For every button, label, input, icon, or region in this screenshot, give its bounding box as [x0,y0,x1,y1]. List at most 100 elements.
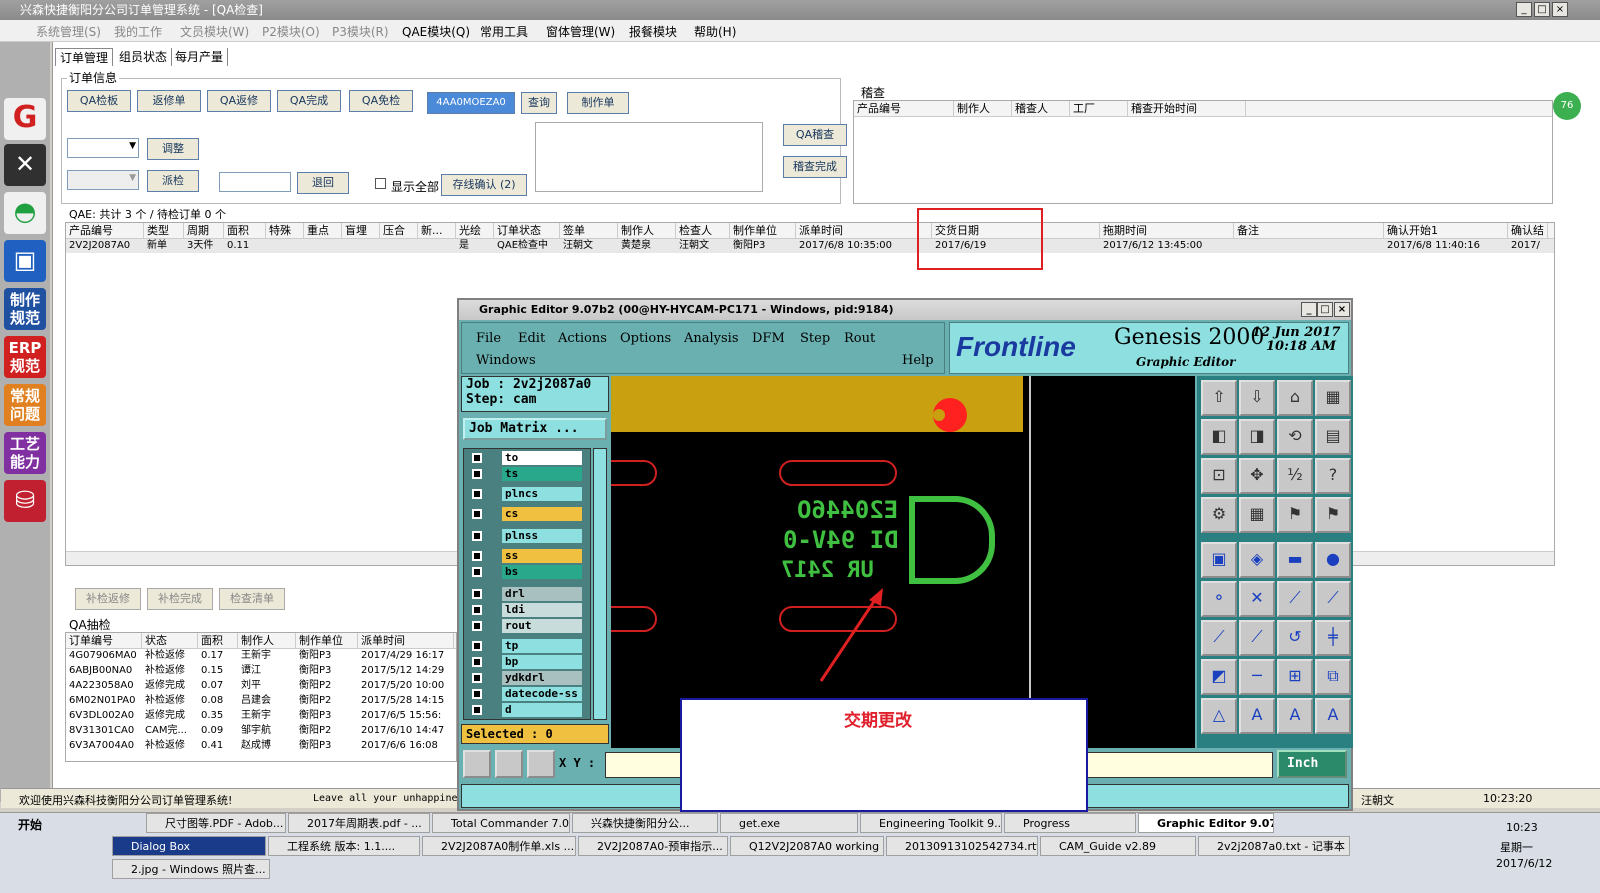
taskbar-item[interactable]: Total Commander 7.0... [432,813,570,833]
chart-icon[interactable]: ◓ [4,192,46,234]
layer-item[interactable]: rout [470,619,584,633]
taskbar-item[interactable]: CAM_Guide v2.89 [1040,836,1196,856]
order-code-button[interactable]: 4AA0MOEZA0 [427,92,515,114]
tool-icon[interactable]: ⊡ [1201,458,1237,494]
taskbar-item[interactable]: 工程系统 版本: 1.1.... [268,836,420,856]
column-header[interactable]: 制作单位 [730,223,796,239]
layer-item[interactable]: cs [470,507,584,521]
pan-icon[interactable] [495,750,523,778]
layer-checkbox[interactable] [472,509,482,519]
close-button[interactable]: × [1552,2,1568,17]
tool-icon[interactable]: ▬ [1277,542,1313,578]
qa-review-button[interactable]: QA稽查 [783,124,847,146]
tab-monthly-output[interactable]: 每月产量 [171,48,229,66]
column-header[interactable]: 派单时间 [358,633,454,649]
layer-checkbox[interactable] [472,673,482,683]
layer-item[interactable]: d [470,703,584,717]
layer-checkbox[interactable] [472,551,482,561]
column-header[interactable]: 周期 [184,223,224,239]
layer-item[interactable]: ldi [470,603,584,617]
recheck-rework-button[interactable]: 补检返修 [75,588,141,610]
taskbar-item[interactable]: 2v2j2087a0.txt - 记事本 [1198,836,1350,856]
qa-exempt-button[interactable]: QA免检 [349,90,413,112]
tool-icon[interactable]: ⧉ [1315,659,1351,695]
taskbar-item[interactable]: Graphic Editor 9.07... [1138,813,1274,833]
taskbar-item[interactable]: 尺寸图等.PDF - Adob... [146,813,286,833]
menu-step[interactable]: Step [800,331,830,346]
table-row[interactable]: 6V3A7004A0 补检返修 0.41 赵成博 衡阳P3 2017/6/6 16:08 [66,739,456,749]
taskbar-item[interactable]: 2V2J2087A0-预审指示... [578,836,728,856]
menu-qae[interactable]: QAE模块(Q) [402,23,470,40]
menu-edit[interactable]: Edit [518,331,545,346]
table-row[interactable]: 8V31301CA0 CAM完... 0.09 邹宇航 衡阳P2 2017/6/10 14… [66,724,456,739]
menu-actions[interactable]: Actions [558,331,607,346]
menu-clerk[interactable]: 文员模块(W) [180,23,249,40]
layer-checkbox[interactable] [472,469,482,479]
column-header[interactable]: 面积 [198,633,238,649]
column-header[interactable]: 重点 [304,223,342,239]
line-confirm-button[interactable]: 存线确认 (2) [441,174,527,196]
adjust-button[interactable]: 调整 [147,138,199,160]
table-row[interactable]: 6ABJB00NA0 补检返修 0.15 谭江 衡阳P3 2017/5/12 14:29 [66,664,456,679]
process-capability-button[interactable]: 工艺能力 [4,432,46,474]
column-header[interactable]: 制作人 [618,223,676,239]
layer-item[interactable]: plncs [470,487,584,501]
layer-checkbox[interactable] [472,621,482,631]
menu-file[interactable]: File [476,331,501,346]
menu-help[interactable]: Help [902,353,934,368]
review-complete-button[interactable]: 稽查完成 [783,156,847,178]
tool-icon[interactable]: ✥ [1239,458,1275,494]
dispatch-select[interactable]: ▼ [67,170,139,190]
tool-icon[interactable]: ⌂ [1277,380,1313,416]
board-canvas[interactable]: E20446O DI 94V-0 UR 2417 [611,376,1195,748]
tool-icon[interactable]: A [1277,698,1313,734]
tool-icon[interactable]: ✕ [1239,581,1275,617]
menu-tools[interactable]: 常用工具 [480,23,528,40]
tool-icon[interactable]: ⟋ [1315,581,1351,617]
tool-icon[interactable]: ▤ [1315,419,1351,455]
taskbar-item[interactable]: Progress [1004,813,1136,833]
tool-icon[interactable]: ▣ [1201,542,1237,578]
qa-complete-button[interactable]: QA完成 [277,90,341,112]
layer-item[interactable]: drl [470,587,584,601]
layer-item[interactable]: plnss [470,529,584,543]
column-header[interactable]: 拖期时间 [1100,223,1234,239]
column-header[interactable]: 面积 [224,223,266,239]
query-button[interactable]: 查询 [521,92,557,114]
tab-order-management[interactable]: 订单管理 [55,48,114,66]
menu-help[interactable]: 帮助(H) [694,23,736,40]
menu-dfm[interactable]: DFM [752,331,785,346]
layer-item[interactable]: datecode-ss [470,687,584,701]
column-header[interactable]: 产品编号 [854,101,954,117]
column-header[interactable]: 类型 [144,223,184,239]
table-row[interactable]: 6M02N01PA0 补检返修 0.08 吕建会 衡阳P2 2017/5/28 14:15 [66,694,456,709]
menu-window[interactable]: 窗体管理(W) [546,23,615,40]
qa-rework-button[interactable]: QA返修 [207,90,271,112]
column-header[interactable]: 产品编号 [66,223,144,239]
tool-icon[interactable]: ─ [1239,659,1275,695]
taskbar-item[interactable]: 兴森快捷衡阳分公... [572,813,718,833]
save-icon[interactable]: ▣ [4,240,46,282]
column-header[interactable]: 新... [418,223,456,239]
tool-icon[interactable]: ⟋ [1277,581,1313,617]
make-spec-button[interactable]: 制作规范 [4,288,46,330]
layer-item[interactable]: bs [470,565,584,579]
layer-checkbox[interactable] [472,705,482,715]
column-header[interactable]: 压合 [380,223,418,239]
tools-icon[interactable]: ✕ [4,144,46,186]
taskbar-item[interactable]: 20130913102542734.rtf... [886,836,1038,856]
layer-item[interactable]: bp [470,655,584,669]
column-header[interactable]: 制作人 [238,633,296,649]
return-input[interactable] [219,172,291,192]
tool-icon[interactable]: A [1239,698,1275,734]
column-header[interactable]: 工厂 [1070,101,1128,117]
tool-icon[interactable]: ▦ [1315,380,1351,416]
editor-close-button[interactable]: × [1334,302,1350,317]
tool-icon[interactable]: ⇩ [1239,380,1275,416]
show-all-checkbox[interactable] [375,178,386,189]
tool-icon[interactable]: ⚙ [1201,497,1237,533]
table-row[interactable]: 4A223058A0 返修完成 0.07 刘平 衡阳P2 2017/5/20 10:00 [66,679,456,694]
column-header[interactable]: 稽查开始时间 [1128,101,1246,117]
layer-checkbox[interactable] [472,641,482,651]
taskbar-item[interactable]: 2V2J2087A0制作单.xls ... [422,836,576,856]
